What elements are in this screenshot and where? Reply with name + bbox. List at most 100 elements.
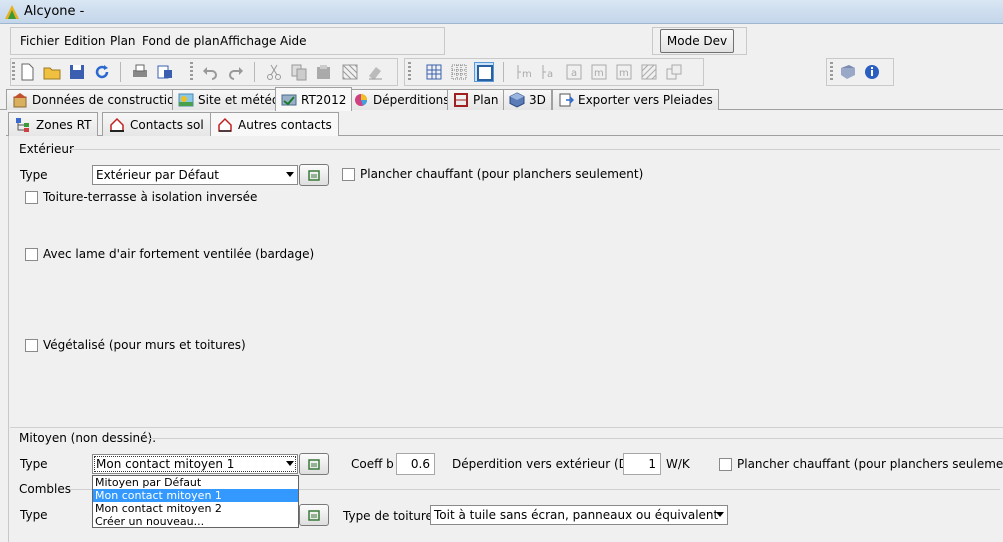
save-icon[interactable] [67,62,87,82]
title-bar: Alcyone - [0,0,1003,24]
checkbox-box[interactable] [25,190,38,204]
tab-label: Données de construction [32,93,183,107]
new-file-icon[interactable] [17,62,37,82]
mitoyen-type-label: Type [20,457,48,471]
menu-fichier[interactable]: Fichier [20,34,59,48]
hatch-area-icon[interactable] [639,62,659,82]
mitoyen-edit-button[interactable] [299,453,329,475]
copy-icon[interactable] [289,62,309,82]
frame-icon[interactable] [474,62,494,82]
menu-aide[interactable]: Aide [280,34,307,48]
lame-air-checkbox[interactable]: Avec lame d'air fortement ventilée (bard… [25,247,314,261]
window-title: Alcyone - [24,4,85,19]
print-preview-icon[interactable] [155,62,175,82]
tab-deperditions[interactable]: Déperditions [347,89,456,110]
building-icon [13,93,27,108]
measure-a-icon[interactable]: a [539,62,559,82]
tab-site-meteo[interactable]: Site et météo [172,89,286,110]
house-ground-icon [110,117,124,132]
checkbox-box[interactable] [25,247,38,261]
combles-group-label: Combles [19,482,71,496]
toolbar-grip[interactable] [408,62,411,82]
dimension-m-icon[interactable]: m [589,62,609,82]
overlap-icon[interactable] [664,62,684,82]
tab-3d[interactable]: 3D [503,89,552,110]
toolbar-grip[interactable] [12,62,15,82]
app-logo-icon [5,5,19,19]
tab-label: 3D [529,93,546,107]
print-icon[interactable] [130,62,150,82]
type-toiture-label: Type de toiture [343,509,433,523]
deperdition-input[interactable]: 1 [623,453,661,475]
subtab-autres-contacts[interactable]: Autres contacts [210,112,339,136]
weather-icon [178,93,194,107]
deperdition-unit: W/K [666,457,690,471]
exterieur-edit-button[interactable] [299,164,329,186]
svg-text:m: m [522,69,532,80]
dropdown-option-create-new[interactable]: Créer un nouveau... [93,515,298,528]
tab-plan[interactable]: Plan [447,89,505,110]
cut-icon[interactable] [264,62,284,82]
grid-icon[interactable] [424,62,444,82]
tab-exporter-pleiades[interactable]: Exporter vers Pleiades [552,89,719,110]
tab-label: Déperditions [373,93,450,107]
chevron-down-icon [716,512,724,517]
subtab-label: Autres contacts [238,117,332,132]
help-book-icon[interactable] [838,62,858,82]
redo-icon[interactable] [226,62,246,82]
dropdown-option[interactable]: Mon contact mitoyen 2 [93,502,298,515]
combles-type-label: Type [20,508,48,522]
svg-text:m: m [594,68,604,79]
subtab-zones-rt[interactable]: Zones RT [8,112,99,136]
toiture-inversee-checkbox[interactable]: Toiture-terrasse à isolation inversée [25,190,257,204]
dropdown-option[interactable]: Mitoyen par Défaut [93,476,298,489]
dropdown-option-selected[interactable]: Mon contact mitoyen 1 [93,489,298,502]
checkbox-label: Plancher chauffant (pour planchers seule… [360,167,644,181]
menu-edition[interactable]: Edition [64,34,106,48]
menu-fond-de-plan[interactable]: Fond de plan [142,34,220,48]
paste-icon[interactable] [314,62,334,82]
mitoyen-type-select[interactable]: Mon contact mitoyen 1 [92,454,298,474]
toolbar-separator [254,62,255,82]
svg-text:a: a [571,68,577,79]
svg-text:a: a [547,69,553,80]
vegetalise-checkbox[interactable]: Végétalisé (pour murs et toitures) [25,338,246,352]
refresh-icon[interactable] [92,62,112,82]
edit-list-icon [308,510,320,521]
exterieur-plancher-chauffant-checkbox[interactable]: Plancher chauffant (pour planchers seule… [342,167,643,181]
checkbox-box[interactable] [719,457,732,471]
coeff-b-input[interactable]: 0.6 [396,453,435,475]
checkbox-box[interactable] [25,338,38,352]
info-icon[interactable] [862,62,882,82]
type-toiture-value: Toit à tuile sans écran, panneaux ou équ… [434,508,719,522]
dimension-a-icon[interactable]: a [564,62,584,82]
toolbar-grip[interactable] [830,62,833,82]
menu-plan[interactable]: Plan [110,34,136,48]
checkbox-label: Toiture-terrasse à isolation inversée [43,190,258,204]
pie-chart-icon [355,94,367,106]
group-divider [145,438,1003,439]
eraser-icon[interactable] [365,62,385,82]
edit-list-icon [308,170,320,181]
subtab-contacts-sol[interactable]: Contacts sol [102,112,211,136]
hatch-icon[interactable] [340,62,360,82]
toolbar-grip[interactable] [190,62,193,82]
type-toiture-select[interactable]: Toit à tuile sans écran, panneaux ou équ… [430,505,728,525]
dotted-grid-icon[interactable] [449,62,469,82]
tab-rt2012[interactable]: RT2012 [275,87,353,111]
tab-donnees-construction[interactable]: Données de construction [6,89,189,110]
deperdition-label: Déperdition vers extérieur (Due) [452,457,648,471]
combles-edit-button[interactable] [299,504,329,526]
undo-icon[interactable] [200,62,220,82]
dimension-m2-icon[interactable]: m [614,62,634,82]
mitoyen-plancher-chauffant-checkbox[interactable]: Plancher chauffant (pour planchers seule… [719,457,1003,471]
group-divider [70,149,1000,150]
cube-icon [509,92,525,108]
measure-m-icon[interactable]: m [514,62,534,82]
open-folder-icon[interactable] [42,62,62,82]
mode-dev-button[interactable]: Mode Dev [660,29,734,53]
checkbox-label: Plancher chauffant (pour planchers seule… [737,457,1003,471]
checkbox-box[interactable] [342,167,355,181]
exterieur-type-select[interactable]: Extérieur par Défaut [92,165,298,185]
menu-affichage[interactable]: Affichage [220,34,276,48]
